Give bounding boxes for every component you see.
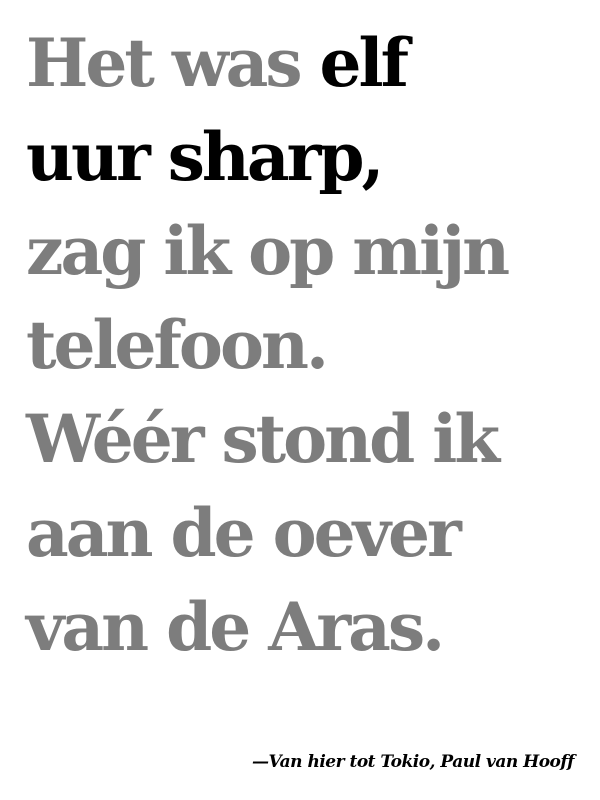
quote-attribution: —Van hier tot Tokio, Paul van Hooff bbox=[252, 752, 574, 772]
quote-emphasis-word: elf bbox=[319, 24, 409, 102]
quote-line-6: aan de oever bbox=[26, 494, 462, 572]
quote-block: Het was elf uur sharp, zag ik op mijn te… bbox=[26, 16, 586, 674]
quote-line-4: telefoon. bbox=[26, 306, 329, 384]
quote-line-1-text: Het was bbox=[26, 24, 320, 102]
quote-line-5: Wéér stond ik bbox=[26, 400, 500, 478]
quote-line-3: zag ik op mijn bbox=[26, 212, 510, 290]
quote-line-7: van de Aras. bbox=[26, 588, 445, 666]
quote-line-2: uur sharp, bbox=[26, 118, 385, 196]
quote-line-1: Het was elf bbox=[26, 16, 586, 110]
